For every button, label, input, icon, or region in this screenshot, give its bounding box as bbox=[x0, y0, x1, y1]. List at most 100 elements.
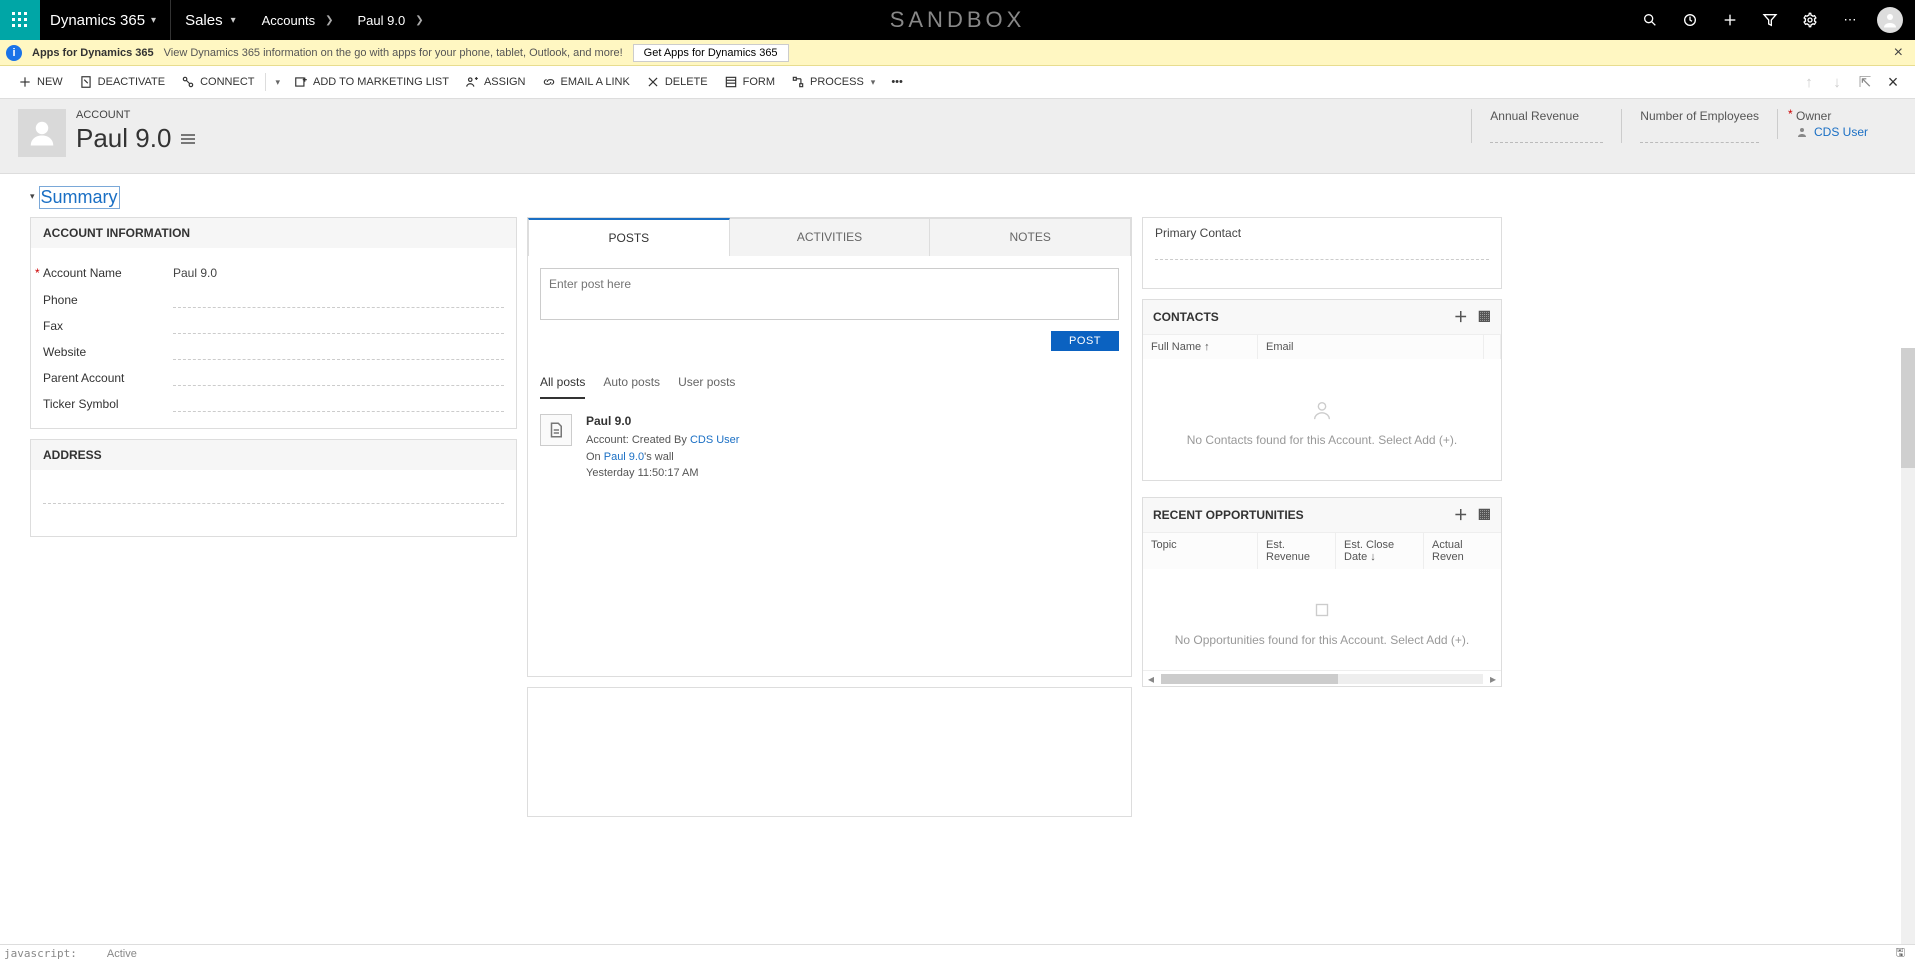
empty-person-icon bbox=[1153, 399, 1491, 421]
metric-annual-revenue[interactable]: Annual Revenue bbox=[1471, 109, 1621, 143]
chevron-down-icon: ▾ bbox=[151, 15, 156, 26]
col-topic[interactable]: Topic bbox=[1143, 533, 1258, 569]
filter-all-posts[interactable]: All posts bbox=[540, 369, 585, 399]
post-author-link[interactable]: CDS User bbox=[690, 434, 740, 446]
num-employees-value bbox=[1640, 127, 1759, 143]
post-item: Paul 9.0 Account: Created By CDS User On… bbox=[528, 400, 1131, 494]
post-button[interactable]: POST bbox=[1051, 331, 1119, 351]
brand-dropdown[interactable]: Dynamics 365 ▾ bbox=[40, 0, 170, 40]
process-button[interactable]: Process▾ bbox=[783, 66, 883, 99]
primary-contact-field[interactable] bbox=[1155, 246, 1489, 260]
filter-auto-posts[interactable]: Auto posts bbox=[603, 369, 660, 399]
col-est-revenue[interactable]: Est. Revenue bbox=[1258, 533, 1336, 569]
search-icon[interactable] bbox=[1631, 0, 1669, 40]
connect-button[interactable]: Connect bbox=[173, 66, 262, 99]
person-icon bbox=[1796, 126, 1808, 138]
record-status: Active bbox=[107, 948, 137, 960]
filter-user-posts[interactable]: User posts bbox=[678, 369, 735, 399]
account-name-field[interactable]: Paul 9.0 bbox=[173, 264, 504, 282]
website-field[interactable] bbox=[173, 344, 504, 360]
col-full-name[interactable]: Full Name ↑ bbox=[1143, 335, 1258, 359]
record-views-menu[interactable] bbox=[181, 134, 195, 144]
status-bar: javascript: Active 🖫 bbox=[0, 944, 1915, 962]
quick-create-icon[interactable] bbox=[1711, 0, 1749, 40]
area-dropdown[interactable]: Sales ▾ bbox=[170, 0, 250, 40]
empty-panel bbox=[527, 687, 1132, 817]
form-body: Summary ACCOUNT INFORMATION Account Name… bbox=[0, 174, 1915, 962]
status-js: javascript: bbox=[4, 947, 77, 960]
more-icon[interactable]: ⋯ bbox=[1831, 0, 1869, 40]
panel-address: ADDRESS bbox=[30, 439, 517, 537]
opportunities-grid-button[interactable]: ▦ bbox=[1478, 505, 1491, 525]
breadcrumb-record[interactable]: Paul 9.0❯ bbox=[346, 0, 436, 40]
metric-num-employees[interactable]: Number of Employees bbox=[1621, 109, 1777, 143]
tab-notes[interactable]: NOTES bbox=[930, 218, 1131, 256]
email-a-link-button[interactable]: Email a Link bbox=[534, 66, 638, 99]
info-icon: i bbox=[6, 45, 22, 61]
social-pane: POSTS ACTIVITIES NOTES POST All posts Au… bbox=[527, 217, 1132, 677]
close-notification-button[interactable]: × bbox=[1888, 44, 1909, 62]
add-to-marketing-list-button[interactable]: Add to Marketing List bbox=[286, 66, 457, 99]
advanced-find-icon[interactable] bbox=[1751, 0, 1789, 40]
owner-link[interactable]: CDS User bbox=[1814, 125, 1868, 139]
annual-revenue-value bbox=[1490, 127, 1603, 143]
breadcrumb-entity[interactable]: Accounts❯ bbox=[250, 0, 346, 40]
col-email[interactable]: Email bbox=[1258, 335, 1484, 359]
user-avatar[interactable] bbox=[1871, 0, 1909, 40]
new-button[interactable]: New bbox=[10, 66, 71, 99]
scroll-left-icon[interactable]: ◂ bbox=[1143, 672, 1159, 686]
app-launcher-button[interactable] bbox=[0, 0, 40, 40]
form-button[interactable]: Form bbox=[716, 66, 783, 99]
post-timestamp: Yesterday 11:50:17 AM bbox=[586, 465, 739, 482]
col-est-close-date[interactable]: Est. Close Date ↓ bbox=[1336, 533, 1424, 569]
settings-icon[interactable] bbox=[1791, 0, 1829, 40]
area-label: Sales bbox=[185, 12, 223, 29]
notification-title: Apps for Dynamics 365 bbox=[32, 47, 154, 59]
phone-field[interactable] bbox=[173, 292, 504, 308]
document-icon bbox=[540, 414, 572, 446]
notification-message: View Dynamics 365 information on the go … bbox=[164, 47, 623, 59]
popout-icon[interactable]: ⇱ bbox=[1853, 73, 1877, 91]
scroll-right-icon[interactable]: ▸ bbox=[1485, 672, 1501, 686]
assign-button[interactable]: Assign bbox=[457, 66, 534, 99]
chevron-right-icon: ❯ bbox=[325, 15, 333, 26]
panel-recent-opportunities: RECENT OPPORTUNITIES ＋ ▦ Topic Est. Reve… bbox=[1142, 497, 1502, 687]
col-actual-revenue[interactable]: Actual Reven bbox=[1424, 533, 1501, 569]
section-summary-toggle[interactable]: Summary bbox=[30, 186, 1911, 209]
parent-account-field[interactable] bbox=[173, 370, 504, 386]
delete-button[interactable]: Delete bbox=[638, 66, 716, 99]
tab-activities[interactable]: ACTIVITIES bbox=[730, 218, 931, 256]
fax-field[interactable] bbox=[173, 318, 504, 334]
add-opportunity-button[interactable]: ＋ bbox=[1454, 505, 1468, 525]
panel-contacts: CONTACTS ＋ ▦ Full Name ↑ Email No Contac… bbox=[1142, 299, 1502, 481]
ticker-field[interactable] bbox=[173, 396, 504, 412]
add-contact-button[interactable]: ＋ bbox=[1454, 307, 1468, 327]
nav-down-icon[interactable]: ↓ bbox=[1825, 74, 1849, 91]
chevron-down-icon: ▾ bbox=[231, 15, 236, 26]
get-apps-button[interactable]: Get Apps for Dynamics 365 bbox=[633, 44, 789, 62]
deactivate-button[interactable]: Deactivate bbox=[71, 66, 173, 99]
horizontal-scrollbar: ◂ ▸ bbox=[1143, 670, 1501, 686]
notification-bar: i Apps for Dynamics 365 View Dynamics 36… bbox=[0, 40, 1915, 66]
contacts-grid-button[interactable]: ▦ bbox=[1478, 307, 1491, 327]
metric-owner[interactable]: Owner CDS User bbox=[1777, 109, 1897, 139]
global-nav: Dynamics 365 ▾ Sales ▾ Accounts❯ Paul 9.… bbox=[0, 0, 1915, 40]
vertical-scrollbar[interactable] bbox=[1901, 348, 1915, 944]
save-icon[interactable]: 🖫 bbox=[1896, 944, 1911, 962]
post-input[interactable] bbox=[540, 268, 1119, 320]
connect-dropdown[interactable]: ▾ bbox=[268, 66, 287, 99]
close-record-icon[interactable]: × bbox=[1881, 72, 1905, 93]
post-wall-link[interactable]: Paul 9.0 bbox=[604, 451, 644, 463]
address-composite-field[interactable] bbox=[43, 488, 504, 504]
brand-label: Dynamics 365 bbox=[50, 12, 145, 29]
nav-up-icon[interactable]: ↑ bbox=[1797, 74, 1821, 91]
environment-badge: SANDBOX bbox=[890, 0, 1026, 40]
record-title: Paul 9.0 bbox=[76, 123, 171, 154]
record-header: ACCOUNT Paul 9.0 Annual Revenue Number o… bbox=[0, 99, 1915, 174]
post-title[interactable]: Paul 9.0 bbox=[586, 412, 739, 430]
recent-icon[interactable] bbox=[1671, 0, 1709, 40]
empty-box-icon bbox=[1153, 599, 1491, 621]
more-commands-button[interactable]: ••• bbox=[883, 66, 911, 99]
tab-posts[interactable]: POSTS bbox=[528, 218, 730, 256]
entity-label: ACCOUNT bbox=[76, 109, 195, 121]
